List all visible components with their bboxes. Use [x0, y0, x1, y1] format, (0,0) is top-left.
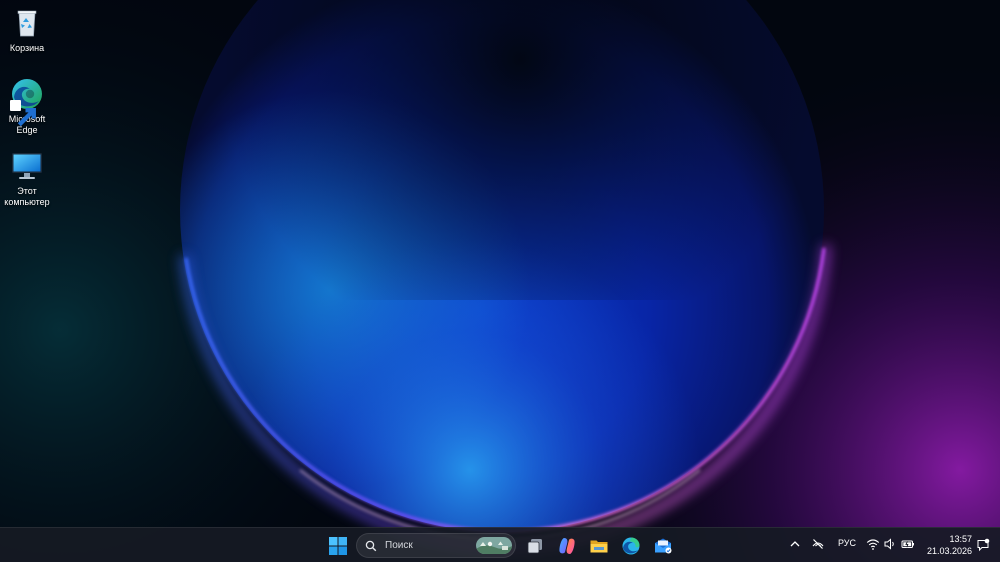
shortcut-arrow-icon	[10, 100, 36, 127]
clock[interactable]: 13:57 21.03.2026	[922, 533, 972, 557]
file-explorer-button[interactable]	[586, 533, 612, 559]
clock-date: 21.03.2026	[926, 546, 972, 556]
task-view-button[interactable]	[522, 533, 548, 559]
windows-logo-icon	[328, 536, 348, 556]
copilot-button[interactable]	[554, 533, 580, 559]
desktop-icon-label: Этот компьютер	[4, 186, 50, 207]
battery-status[interactable]	[900, 537, 916, 551]
language-indicator[interactable]: РУС	[836, 538, 858, 548]
desktop-icon-recycle-bin[interactable]: Корзина	[2, 6, 52, 54]
desktop-icon-label: Корзина	[9, 43, 45, 53]
language-label: РУС	[837, 538, 857, 548]
search-placeholder: Поиск	[385, 540, 413, 551]
desktop-icon-microsoft-edge[interactable]: Microsoft Edge	[2, 77, 52, 136]
mail-button[interactable]	[650, 533, 676, 559]
edge-taskbar-button[interactable]	[618, 533, 644, 559]
search-highlight-icon[interactable]	[476, 537, 512, 554]
battery-icon	[901, 537, 915, 551]
edge-icon	[621, 536, 641, 556]
desktop-icon-this-pc[interactable]: Этот компьютер	[2, 149, 52, 208]
task-view-icon	[525, 536, 545, 556]
notification-icon	[976, 538, 990, 552]
location-off-icon	[811, 537, 825, 551]
start-button[interactable]	[325, 533, 351, 559]
monitor-icon	[10, 149, 44, 183]
mail-icon	[653, 536, 673, 556]
recycle-bin-icon	[10, 6, 44, 40]
wifi-icon	[866, 537, 880, 551]
notification-center-button[interactable]	[976, 538, 990, 552]
folder-icon	[589, 536, 609, 556]
edge-icon	[10, 77, 44, 127]
clock-time: 13:57	[949, 534, 972, 544]
tray-overflow-button[interactable]	[788, 537, 802, 551]
search-icon	[365, 540, 377, 552]
copilot-icon	[557, 536, 577, 556]
wifi-status[interactable]	[866, 537, 880, 551]
wallpaper-bloom	[0, 0, 1000, 562]
desktop[interactable]: Корзина Microsoft Edge Этот компьютер По…	[0, 0, 1000, 562]
volume-icon	[883, 537, 897, 551]
taskbar: Поиск РУС 13:57 21.03.2026	[0, 527, 1000, 562]
volume-status[interactable]	[883, 537, 897, 551]
search-box[interactable]: Поиск	[356, 533, 516, 558]
chevron-up-icon	[788, 537, 802, 551]
location-status[interactable]	[810, 537, 826, 551]
